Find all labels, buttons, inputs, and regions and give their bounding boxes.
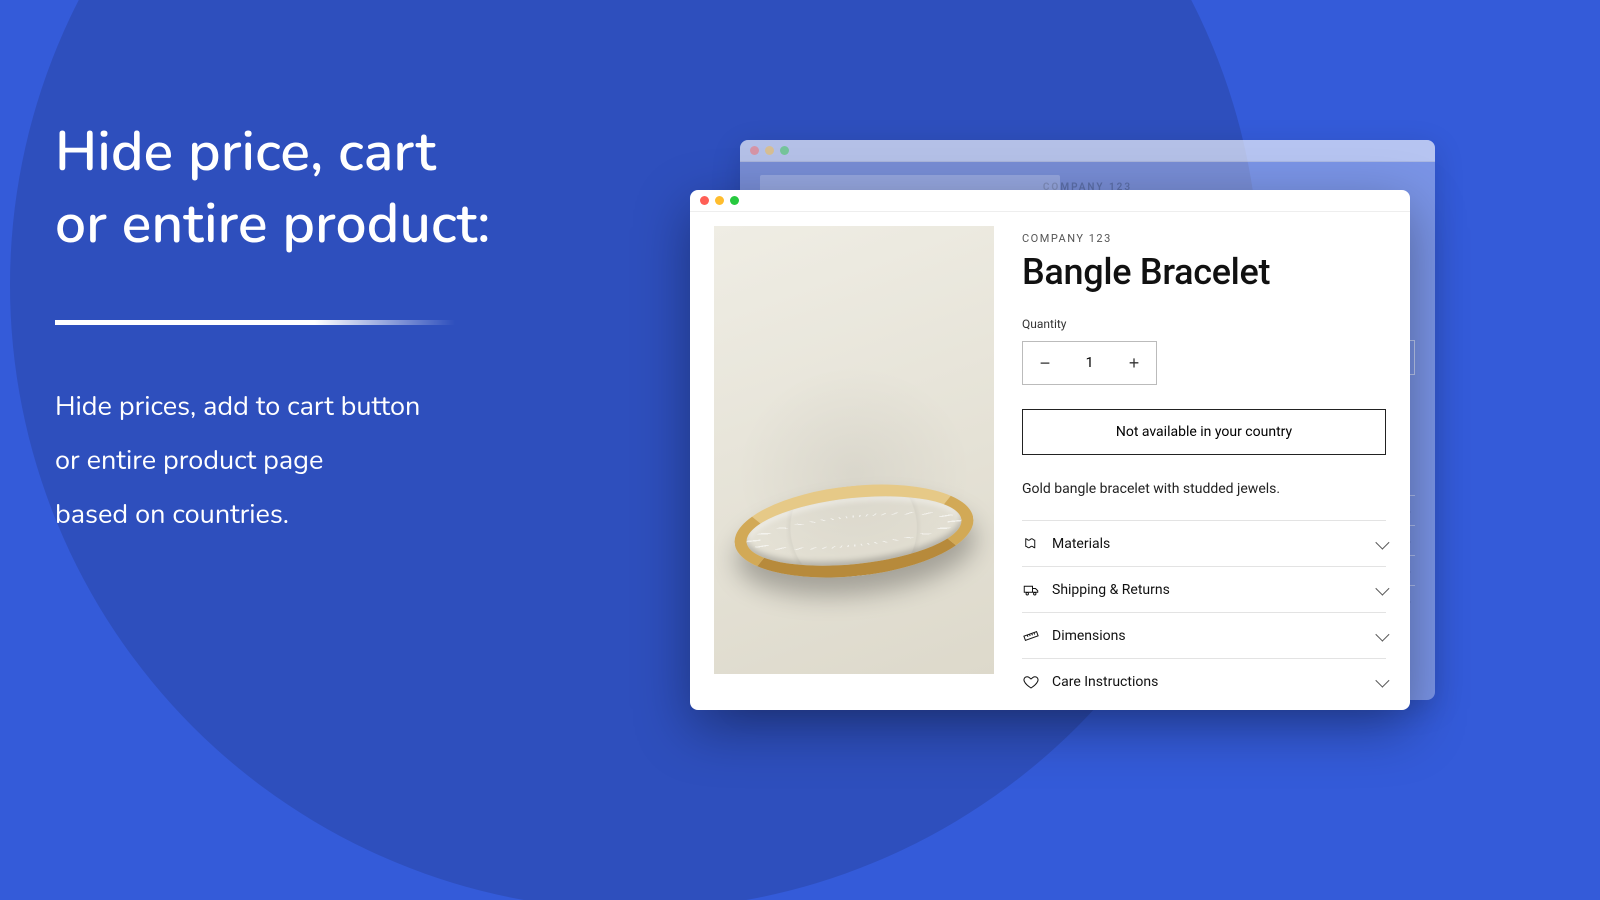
quantity-stepper[interactable]: − 1 +: [1022, 341, 1157, 385]
heart-icon: [1022, 673, 1040, 691]
product-details: COMPANY 123 Bangle Bracelet Quantity − 1…: [1022, 226, 1386, 704]
hero-body-line-3: based on countries.: [55, 496, 289, 533]
leather-icon: [1022, 535, 1040, 553]
accordion-care[interactable]: Care Instructions: [1022, 658, 1386, 704]
close-icon: [750, 146, 759, 155]
back-window-titlebar: [740, 140, 1435, 162]
accordion-dimensions[interactable]: Dimensions: [1022, 612, 1386, 658]
traffic-lights-front: [690, 190, 1410, 211]
close-icon[interactable]: [700, 196, 709, 205]
accordion-materials[interactable]: Materials: [1022, 520, 1386, 566]
maximize-icon[interactable]: [730, 196, 739, 205]
chevron-down-icon: [1375, 673, 1389, 687]
accordion-label: Materials: [1052, 536, 1364, 552]
product-brand: COMPANY 123: [1022, 232, 1386, 245]
product-accordion: Materials Shipping & Returns Dimensions: [1022, 520, 1386, 704]
cta-label: Not available in your country: [1116, 424, 1292, 440]
quantity-plus-button[interactable]: +: [1112, 342, 1156, 384]
maximize-icon: [780, 146, 789, 155]
truck-icon: [1022, 581, 1040, 599]
front-window-titlebar: [690, 190, 1410, 212]
hero-copy: Hide price, cart or entire product: Hide…: [55, 117, 675, 542]
accordion-label: Shipping & Returns: [1052, 582, 1364, 598]
hero-divider: [55, 320, 455, 325]
accordion-label: Dimensions: [1052, 628, 1364, 644]
accordion-label: Care Instructions: [1052, 674, 1364, 690]
chevron-down-icon: [1375, 627, 1389, 641]
hero-body-line-1: Hide prices, add to cart button: [55, 388, 420, 425]
ruler-icon: [1022, 627, 1040, 645]
hero-body-line-2: or entire product page: [55, 442, 323, 479]
product-window: COMPANY 123 Bangle Bracelet Quantity − 1…: [690, 190, 1410, 710]
hero-title-line-1: Hide price, cart: [55, 115, 436, 190]
minimize-icon: [765, 146, 774, 155]
chevron-down-icon: [1375, 535, 1389, 549]
hero-title: Hide price, cart or entire product:: [55, 117, 675, 260]
quantity-minus-button[interactable]: −: [1023, 342, 1067, 384]
hero-body: Hide prices, add to cart button or entir…: [55, 380, 675, 542]
traffic-lights-back: [740, 140, 1435, 161]
minimize-icon[interactable]: [715, 196, 724, 205]
product-layout: COMPANY 123 Bangle Bracelet Quantity − 1…: [690, 212, 1410, 704]
add-to-cart-button[interactable]: Not available in your country: [1022, 409, 1386, 455]
product-title: Bangle Bracelet: [1022, 251, 1386, 293]
product-description: Gold bangle bracelet with studded jewels…: [1022, 479, 1386, 500]
hero-title-line-2: or entire product:: [55, 187, 490, 262]
bangle-illustration: [730, 474, 978, 589]
chevron-down-icon: [1375, 581, 1389, 595]
accordion-shipping[interactable]: Shipping & Returns: [1022, 566, 1386, 612]
quantity-value: 1: [1067, 355, 1112, 371]
product-image: [714, 226, 994, 674]
quantity-label: Quantity: [1022, 317, 1386, 331]
